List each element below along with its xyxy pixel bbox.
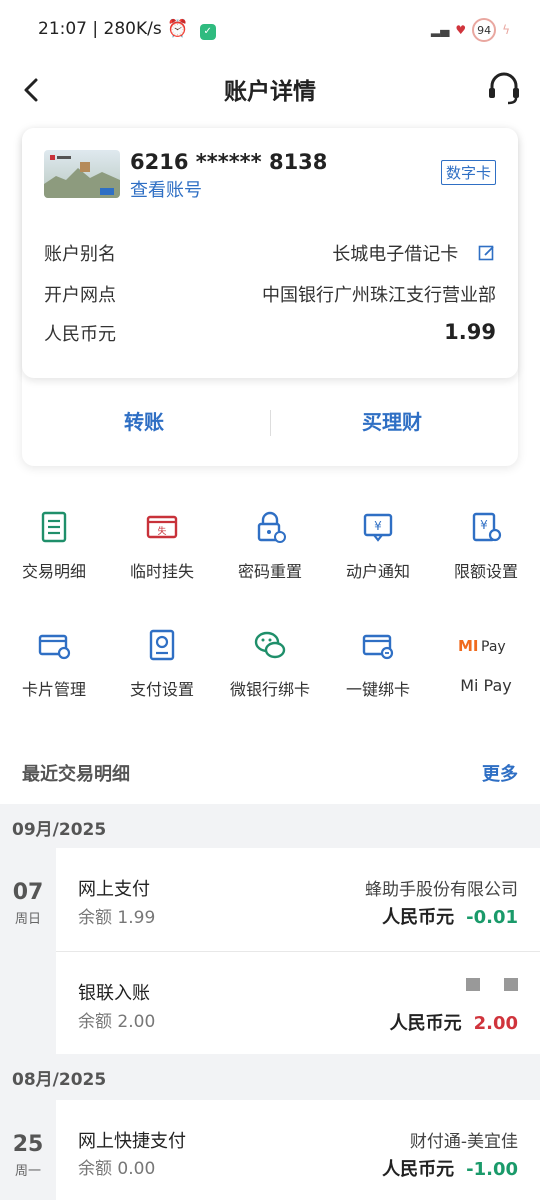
card-manage-icon bbox=[38, 634, 71, 660]
bank-card-image bbox=[44, 150, 120, 198]
redacted-block bbox=[504, 978, 518, 991]
grid-label: 动户通知 bbox=[345, 562, 410, 581]
grid-label: 微银行绑卡 bbox=[229, 680, 310, 699]
status-time: 21:07 | 280K/s ⏰ ✓ bbox=[38, 19, 216, 40]
report-loss-icon: 失 bbox=[146, 515, 178, 539]
balance-row: 人民币元 1.99 bbox=[44, 320, 496, 350]
currency-label: 人民币元 bbox=[382, 1159, 455, 1180]
grid-label: 临时挂失 bbox=[129, 562, 194, 581]
svg-text:MI: MI bbox=[458, 637, 479, 655]
wechat-icon bbox=[254, 631, 286, 659]
view-account-link[interactable]: 查看账号 bbox=[130, 176, 202, 202]
charging-icon: ϟ bbox=[502, 23, 510, 37]
account-alias-row: 账户别名 长城电子借记卡 bbox=[44, 240, 496, 270]
transaction-row[interactable]: 网上快捷支付 余额 0.00 财付通-美宜佳 人民币元 -1.00 bbox=[56, 1100, 540, 1200]
headset-icon[interactable] bbox=[486, 70, 522, 106]
transaction-amount: 人民币元 -0.01 bbox=[382, 903, 518, 929]
branch-row: 开户网点 中国银行广州珠江支行营业部 bbox=[44, 281, 496, 311]
grid-label: 交易明细 bbox=[21, 562, 86, 581]
card-actions: 转账 买理财 bbox=[22, 378, 518, 466]
svg-text:Pay: Pay bbox=[481, 639, 506, 655]
transaction-title: 银联入账 bbox=[78, 983, 150, 1004]
grid-item-transaction-detail[interactable]: 交易明细 bbox=[0, 510, 108, 582]
payment-settings-icon bbox=[149, 629, 175, 661]
transaction-merchant: 财付通-美宜佳 bbox=[409, 1132, 518, 1152]
transfer-button[interactable]: 转账 bbox=[124, 406, 164, 435]
digital-card-badge: 数字卡 bbox=[440, 160, 496, 185]
grid-label: 密码重置 bbox=[237, 562, 302, 581]
password-reset-icon bbox=[257, 511, 286, 543]
divider bbox=[270, 410, 271, 436]
transaction-merchant: 蜂助手股份有限公司 bbox=[365, 880, 518, 900]
transaction-amount: 人民币元 2.00 bbox=[390, 1009, 518, 1035]
edit-icon[interactable] bbox=[478, 244, 496, 262]
transaction-balance: 余额 1.99 bbox=[78, 908, 156, 928]
card-number: 6216 ****** 8138 bbox=[130, 150, 328, 174]
transaction-amount: 人民币元 -1.00 bbox=[382, 1155, 518, 1181]
transaction-detail-icon bbox=[41, 511, 67, 543]
mi-pay-icon: MI Pay bbox=[458, 637, 506, 655]
currency-label: 人民币元 bbox=[389, 1013, 462, 1034]
day-weekday: 周一 bbox=[14, 1164, 41, 1179]
amount-value: -1.00 bbox=[466, 1159, 518, 1180]
day-column: 25 周一 bbox=[0, 1098, 56, 1200]
branch-label: 开户网点 bbox=[44, 285, 116, 306]
balance-value: 1.99 bbox=[444, 320, 496, 344]
grid-item-password-reset[interactable]: 密码重置 bbox=[216, 510, 324, 582]
buy-wealth-button[interactable]: 买理财 bbox=[362, 406, 422, 435]
account-card: 6216 ****** 8138 查看账号 数字卡 账户别名 长城电子借记卡 开… bbox=[22, 128, 518, 466]
account-alias-label: 账户别名 bbox=[44, 244, 116, 265]
svg-text:¥: ¥ bbox=[374, 519, 382, 533]
svg-text:失: 失 bbox=[157, 525, 166, 537]
one-click-bind-icon bbox=[362, 634, 394, 660]
transaction-title: 网上快捷支付 bbox=[78, 1131, 186, 1152]
account-notify-icon: ¥ bbox=[363, 513, 393, 542]
page-title: 账户详情 bbox=[224, 79, 316, 105]
grid-item-card-manage[interactable]: 卡片管理 bbox=[0, 628, 108, 700]
day-number: 07 bbox=[12, 880, 44, 905]
status-bar: 21:07 | 280K/s ⏰ ✓ ▂▄ ♥ 94 ϟ bbox=[0, 0, 540, 58]
amount-value: -0.01 bbox=[466, 907, 518, 928]
transaction-balance: 余额 2.00 bbox=[78, 1012, 156, 1032]
amount-value: 2.00 bbox=[473, 1013, 518, 1034]
branch-value: 中国银行广州珠江支行营业部 bbox=[262, 285, 496, 306]
day-number: 25 bbox=[12, 1132, 44, 1157]
currency-label: 人民币元 bbox=[382, 907, 455, 928]
alarm-icon: ⏰ bbox=[167, 19, 189, 39]
transaction-title: 网上支付 bbox=[78, 879, 150, 900]
grid-item-report-loss[interactable]: 失 临时挂失 bbox=[108, 510, 216, 582]
account-card-info: 6216 ****** 8138 查看账号 数字卡 账户别名 长城电子借记卡 开… bbox=[22, 128, 518, 378]
heart-icon: ♥ bbox=[455, 23, 467, 37]
grid-item-wechat-bind[interactable]: 微银行绑卡 bbox=[216, 628, 324, 700]
recent-transactions-title: 最近交易明细 bbox=[22, 764, 130, 785]
limit-settings-icon: ¥ bbox=[472, 512, 502, 542]
grid-label: 一键绑卡 bbox=[345, 680, 410, 699]
month-header: 08月/2025 bbox=[0, 1054, 540, 1098]
svg-text:¥: ¥ bbox=[480, 518, 488, 532]
grid-item-limit-settings[interactable]: ¥ 限额设置 bbox=[432, 510, 540, 582]
transaction-row[interactable]: 银联入账 余额 2.00 人民币元 2.00 bbox=[56, 952, 540, 1054]
transaction-row[interactable]: 网上支付 余额 1.99 蜂助手股份有限公司 人民币元 -0.01 bbox=[56, 848, 540, 951]
grid-label: 支付设置 bbox=[129, 680, 194, 699]
grid-label: Mi Pay bbox=[460, 676, 512, 695]
month-header: 09月/2025 bbox=[0, 804, 540, 848]
signal-icon: ▂▄ bbox=[430, 23, 450, 37]
shield-icon: ✓ bbox=[199, 24, 216, 40]
grid-item-account-notify[interactable]: ¥ 动户通知 bbox=[324, 510, 432, 582]
grid-label: 卡片管理 bbox=[21, 680, 86, 699]
battery-icon: 94 bbox=[472, 18, 497, 42]
day-column: 07 周日 bbox=[0, 848, 56, 1054]
grid-item-one-click-bind[interactable]: 一键绑卡 bbox=[324, 628, 432, 700]
transaction-balance: 余额 0.00 bbox=[78, 1159, 156, 1179]
redacted-block bbox=[466, 978, 480, 991]
status-icons: ▂▄ ♥ 94 ϟ bbox=[431, 18, 510, 42]
grid-label: 限额设置 bbox=[453, 562, 518, 581]
grid-item-payment-settings[interactable]: 支付设置 bbox=[108, 628, 216, 700]
nav-bar: 账户详情 bbox=[0, 58, 540, 128]
more-link[interactable]: 更多 bbox=[482, 760, 518, 786]
day-weekday: 周日 bbox=[14, 912, 41, 927]
balance-label: 人民币元 bbox=[44, 324, 116, 345]
account-alias-value[interactable]: 长城电子借记卡 bbox=[332, 240, 496, 266]
grid-item-mi-pay[interactable]: MI Pay Mi Pay bbox=[432, 628, 540, 695]
